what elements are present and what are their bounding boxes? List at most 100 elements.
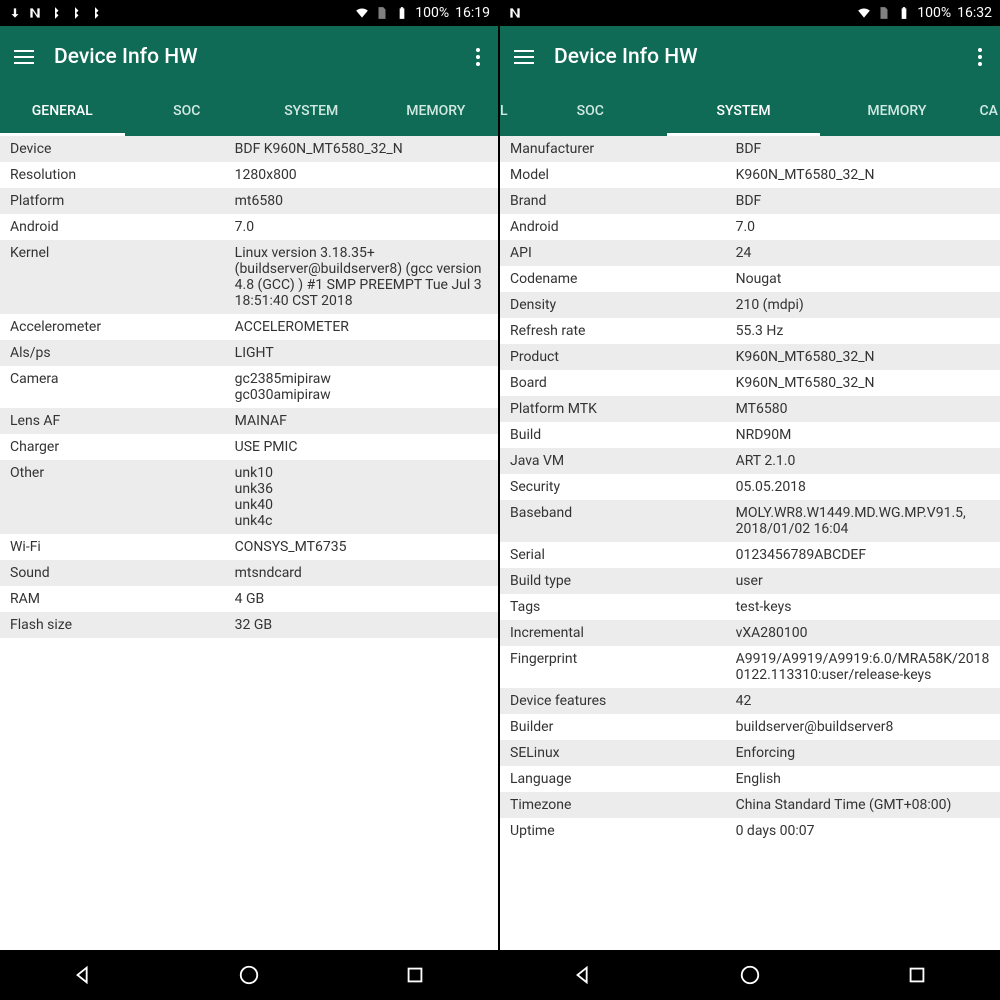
row-label: Sound (10, 565, 235, 581)
nav-bar (500, 950, 1000, 1000)
tab-partial[interactable]: L (500, 88, 514, 136)
row-label: Refresh rate (510, 323, 736, 339)
row-value: Linux version 3.18.35+ (buildserver@buil… (235, 245, 488, 309)
content-left[interactable]: DeviceBDF K960N_MT6580_32_NResolution128… (0, 136, 498, 950)
info-row: Wi-FiCONSYS_MT6735 (0, 534, 498, 560)
row-value: gc2385mipiraw gc030amipiraw (235, 371, 488, 403)
info-row: Als/psLIGHT (0, 340, 498, 366)
tab-memory[interactable]: MEMORY (374, 88, 499, 136)
row-value: BDF (736, 193, 990, 209)
row-value: vXA280100 (736, 625, 990, 641)
row-label: Incremental (510, 625, 736, 641)
row-label: Other (10, 465, 235, 481)
info-row: AccelerometerACCELEROMETER (0, 314, 498, 340)
row-label: Kernel (10, 245, 235, 261)
row-value: MT6580 (736, 401, 990, 417)
row-value: 32 GB (235, 617, 488, 633)
status-right: 100% 16:19 (355, 5, 490, 21)
info-row: Resolution1280x800 (0, 162, 498, 188)
row-label: Manufacturer (510, 141, 736, 157)
content-right[interactable]: ManufacturerBDFModelK960N_MT6580_32_NBra… (500, 136, 1000, 950)
home-icon[interactable] (739, 964, 761, 986)
battery-percent: 100% (415, 5, 449, 21)
row-value: 7.0 (235, 219, 488, 235)
row-label: Charger (10, 439, 235, 455)
info-row: ModelK960N_MT6580_32_N (500, 162, 1000, 188)
row-label: Builder (510, 719, 736, 735)
row-label: RAM (10, 591, 235, 607)
info-row: LanguageEnglish (500, 766, 1000, 792)
overflow-icon[interactable] (472, 44, 484, 70)
row-label: API (510, 245, 736, 261)
info-row: Device features42 (500, 688, 1000, 714)
info-row: Android7.0 (500, 214, 1000, 240)
row-label: Platform (10, 193, 235, 209)
back-icon[interactable] (72, 964, 94, 986)
tab-system[interactable]: SYSTEM (667, 88, 820, 136)
info-row: Build typeuser (500, 568, 1000, 594)
bt-icon-2 (68, 6, 82, 20)
row-value: NRD90M (736, 427, 990, 443)
info-row: BrandBDF (500, 188, 1000, 214)
status-bar: 100% 16:19 (0, 0, 498, 26)
info-row: Serial0123456789ABCDEF (500, 542, 1000, 568)
tab-partial[interactable]: CA (974, 88, 1000, 136)
row-label: Board (510, 375, 736, 391)
row-value: MAINAF (235, 413, 488, 429)
row-label: Platform MTK (510, 401, 736, 417)
row-label: Serial (510, 547, 736, 563)
row-label: Java VM (510, 453, 736, 469)
row-label: Tags (510, 599, 736, 615)
row-value: A9919/A9919/A9919:6.0/MRA58K/20180122.11… (736, 651, 990, 683)
status-bar: 100% 16:32 (500, 0, 1000, 26)
row-label: Uptime (510, 823, 736, 839)
row-value: 1280x800 (235, 167, 488, 183)
row-value: MOLY.WR8.W1449.MD.WG.MP.V91.5, 2018/01/0… (736, 505, 990, 537)
info-row: Otherunk10 unk36 unk40 unk4c (0, 460, 498, 534)
info-row: SELinuxEnforcing (500, 740, 1000, 766)
row-label: Product (510, 349, 736, 365)
tab-general[interactable]: GENERAL (0, 88, 125, 136)
recent-icon[interactable] (404, 964, 426, 986)
info-row: Platform MTKMT6580 (500, 396, 1000, 422)
row-value: user (736, 573, 990, 589)
row-value: Enforcing (736, 745, 990, 761)
back-icon[interactable] (572, 964, 594, 986)
row-value: 42 (736, 693, 990, 709)
overflow-icon[interactable] (974, 44, 986, 70)
row-value: 7.0 (736, 219, 990, 235)
tabs-right: LSOCSYSTEMMEMORYCA (500, 88, 1000, 136)
tab-system[interactable]: SYSTEM (249, 88, 374, 136)
tab-soc[interactable]: SOC (125, 88, 250, 136)
row-label: SELinux (510, 745, 736, 761)
recent-icon[interactable] (906, 964, 928, 986)
row-label: Security (510, 479, 736, 495)
wifi-icon (857, 6, 871, 20)
app-bar: Device Info HW (0, 26, 498, 88)
info-row: Soundmtsndcard (0, 560, 498, 586)
info-row: Uptime0 days 00:07 (500, 818, 1000, 844)
status-left (8, 6, 102, 20)
info-row: ProductK960N_MT6580_32_N (500, 344, 1000, 370)
clock: 16:19 (455, 5, 490, 21)
row-label: Build (510, 427, 736, 443)
row-value: 0 days 00:07 (736, 823, 990, 839)
home-icon[interactable] (238, 964, 260, 986)
tab-soc[interactable]: SOC (514, 88, 667, 136)
menu-icon[interactable] (14, 50, 34, 64)
battery-icon (395, 6, 409, 20)
info-row: RAM4 GB (0, 586, 498, 612)
battery-percent: 100% (917, 5, 951, 21)
status-left (508, 6, 522, 20)
menu-icon[interactable] (514, 50, 534, 64)
tab-memory[interactable]: MEMORY (820, 88, 973, 136)
row-label: Brand (510, 193, 736, 209)
info-row: Java VMART 2.1.0 (500, 448, 1000, 474)
row-value: China Standard Time (GMT+08:00) (736, 797, 990, 813)
info-row: ManufacturerBDF (500, 136, 1000, 162)
wifi-icon (355, 6, 369, 20)
row-value: unk10 unk36 unk40 unk4c (235, 465, 488, 529)
row-label: Device features (510, 693, 736, 709)
info-row: Tagstest-keys (500, 594, 1000, 620)
row-value: 0123456789ABCDEF (736, 547, 990, 563)
